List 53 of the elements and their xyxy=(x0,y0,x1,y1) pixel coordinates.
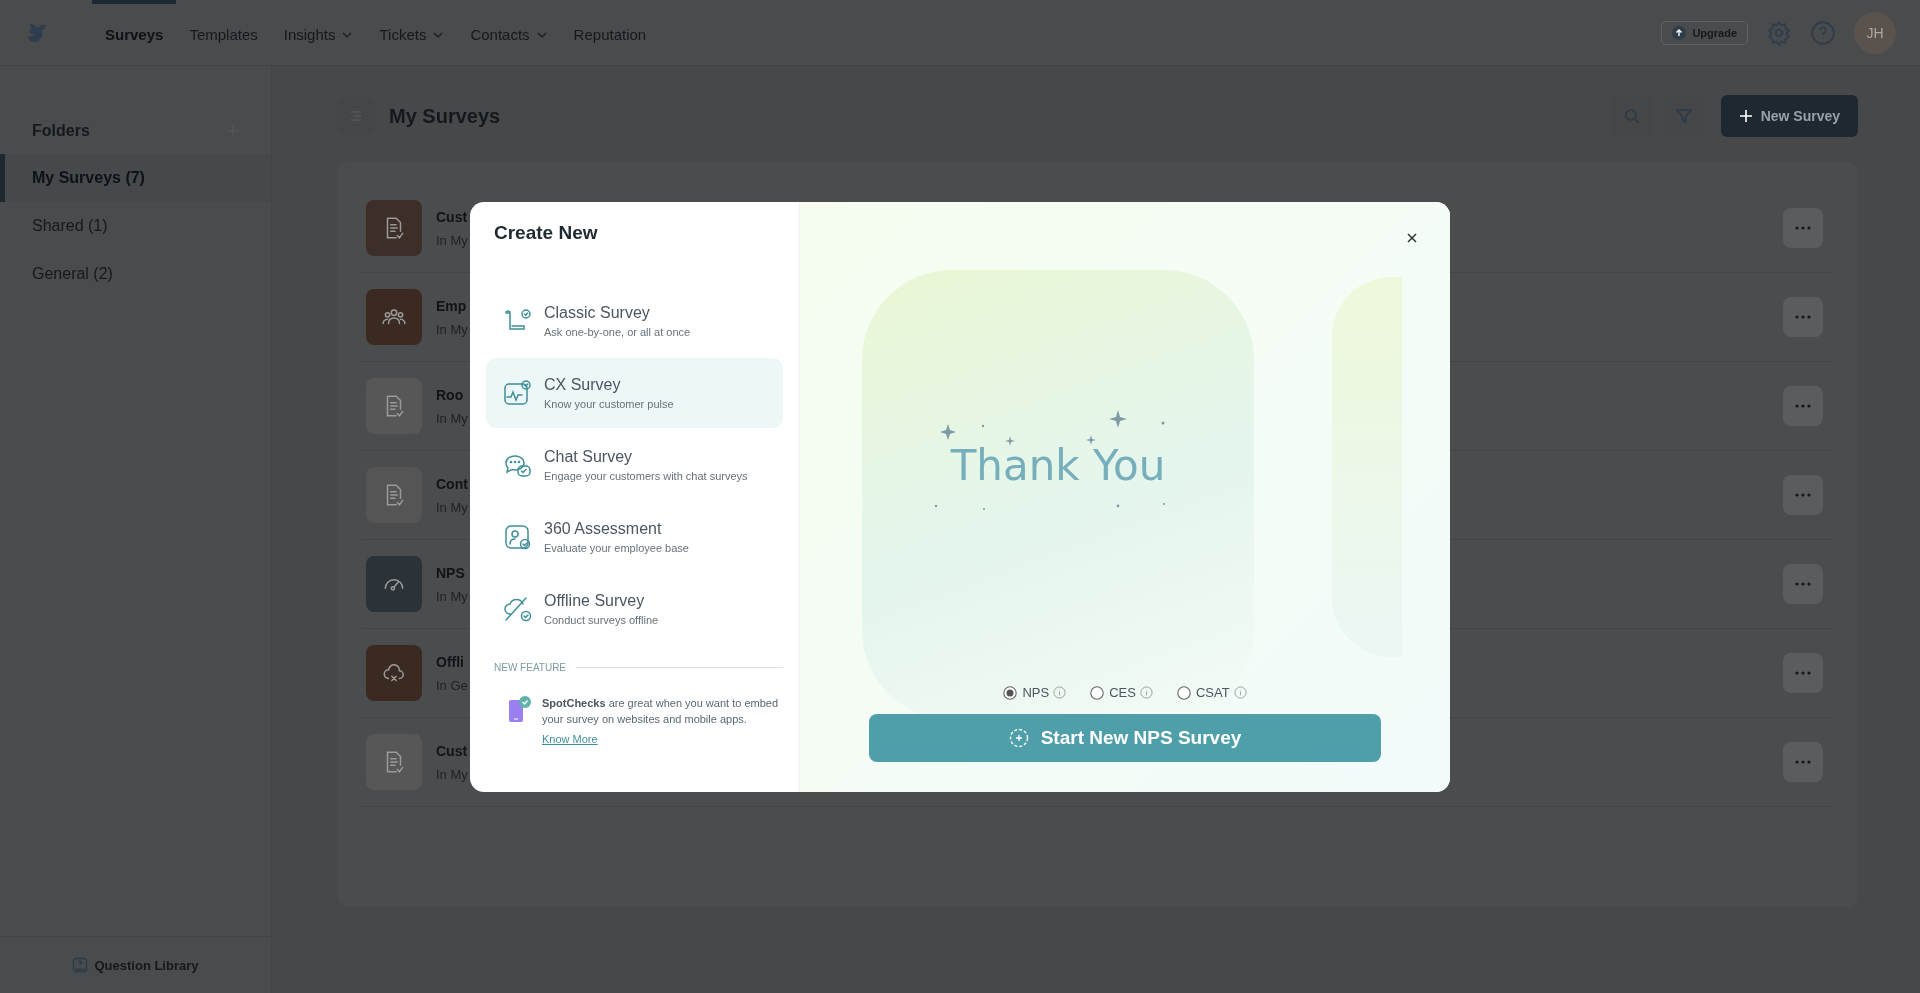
survey-type-option[interactable]: Classic Survey Ask one-by-one, or all at once xyxy=(486,286,783,356)
survey-metric-radio[interactable]: CES xyxy=(1090,685,1136,700)
help-icon[interactable] xyxy=(1810,19,1836,46)
more-icon xyxy=(1794,759,1812,765)
more-button[interactable] xyxy=(1783,386,1823,426)
plus-icon xyxy=(1738,109,1753,123)
settings-icon[interactable] xyxy=(1766,19,1792,46)
info-icon xyxy=(1139,686,1153,699)
new-feature-heading: NEW FEATURE xyxy=(494,662,567,673)
info-icon xyxy=(1233,686,1247,699)
search-icon xyxy=(1622,107,1641,125)
thank-you-text: Thank You xyxy=(950,440,1166,490)
survey-type-option[interactable]: CX Survey Know your customer pulse xyxy=(486,358,783,428)
new-survey-button[interactable]: New Survey xyxy=(1720,95,1858,137)
survey-type-option[interactable]: Chat Survey Engage your customers with chat surveys xyxy=(486,430,783,500)
survey-metric-radio[interactable]: CSAT xyxy=(1176,685,1230,700)
survey-title[interactable]: Emp xyxy=(436,297,468,314)
more-button[interactable] xyxy=(1783,297,1823,337)
survey-title[interactable]: Cont xyxy=(436,475,468,492)
more-icon xyxy=(1794,492,1812,498)
survey-title[interactable]: Cust xyxy=(436,742,468,759)
survey-type-option[interactable]: 360 Assessment Evaluate your employee base xyxy=(486,502,783,572)
more-button[interactable] xyxy=(1783,208,1823,248)
filter-icon xyxy=(1674,107,1693,125)
upload-icon xyxy=(1672,25,1687,40)
know-more-link[interactable]: Know More xyxy=(542,733,598,745)
more-button[interactable] xyxy=(1783,742,1823,782)
dashed-plus-circle-icon xyxy=(1008,728,1029,748)
dialog-title: Create New xyxy=(494,222,599,244)
radio-circle-icon xyxy=(1090,685,1105,700)
survey-title[interactable]: Offli xyxy=(436,653,468,670)
survey-metric-radio[interactable]: NPS xyxy=(1003,685,1050,700)
survey-title[interactable]: NPS xyxy=(436,564,468,581)
survey-title[interactable]: Cust xyxy=(436,208,468,225)
start-survey-button[interactable]: Start New NPS Survey xyxy=(869,714,1381,762)
survey-title[interactable]: Roo xyxy=(436,386,468,403)
more-icon xyxy=(1794,314,1812,320)
more-button[interactable] xyxy=(1783,653,1823,693)
survey-type-option[interactable]: Offline Survey Conduct surveys offline xyxy=(486,574,783,644)
more-icon xyxy=(1794,581,1812,587)
more-icon xyxy=(1794,403,1812,409)
info-icon xyxy=(1053,686,1067,699)
radio-circle-icon xyxy=(1003,685,1018,700)
spotchecks-description: SpotChecks are great when you want to embed your survey on websites and mobile apps. xyxy=(542,696,780,727)
more-button[interactable] xyxy=(1783,564,1823,604)
book-icon xyxy=(72,957,89,973)
user-avatar[interactable]: JH xyxy=(1854,11,1896,54)
phone-icon xyxy=(508,695,532,723)
more-icon xyxy=(1794,225,1812,231)
more-icon xyxy=(1794,670,1812,676)
more-button[interactable] xyxy=(1783,475,1823,515)
nav-tab[interactable]: Surveys xyxy=(92,0,177,65)
radio-circle-icon xyxy=(1176,685,1191,700)
